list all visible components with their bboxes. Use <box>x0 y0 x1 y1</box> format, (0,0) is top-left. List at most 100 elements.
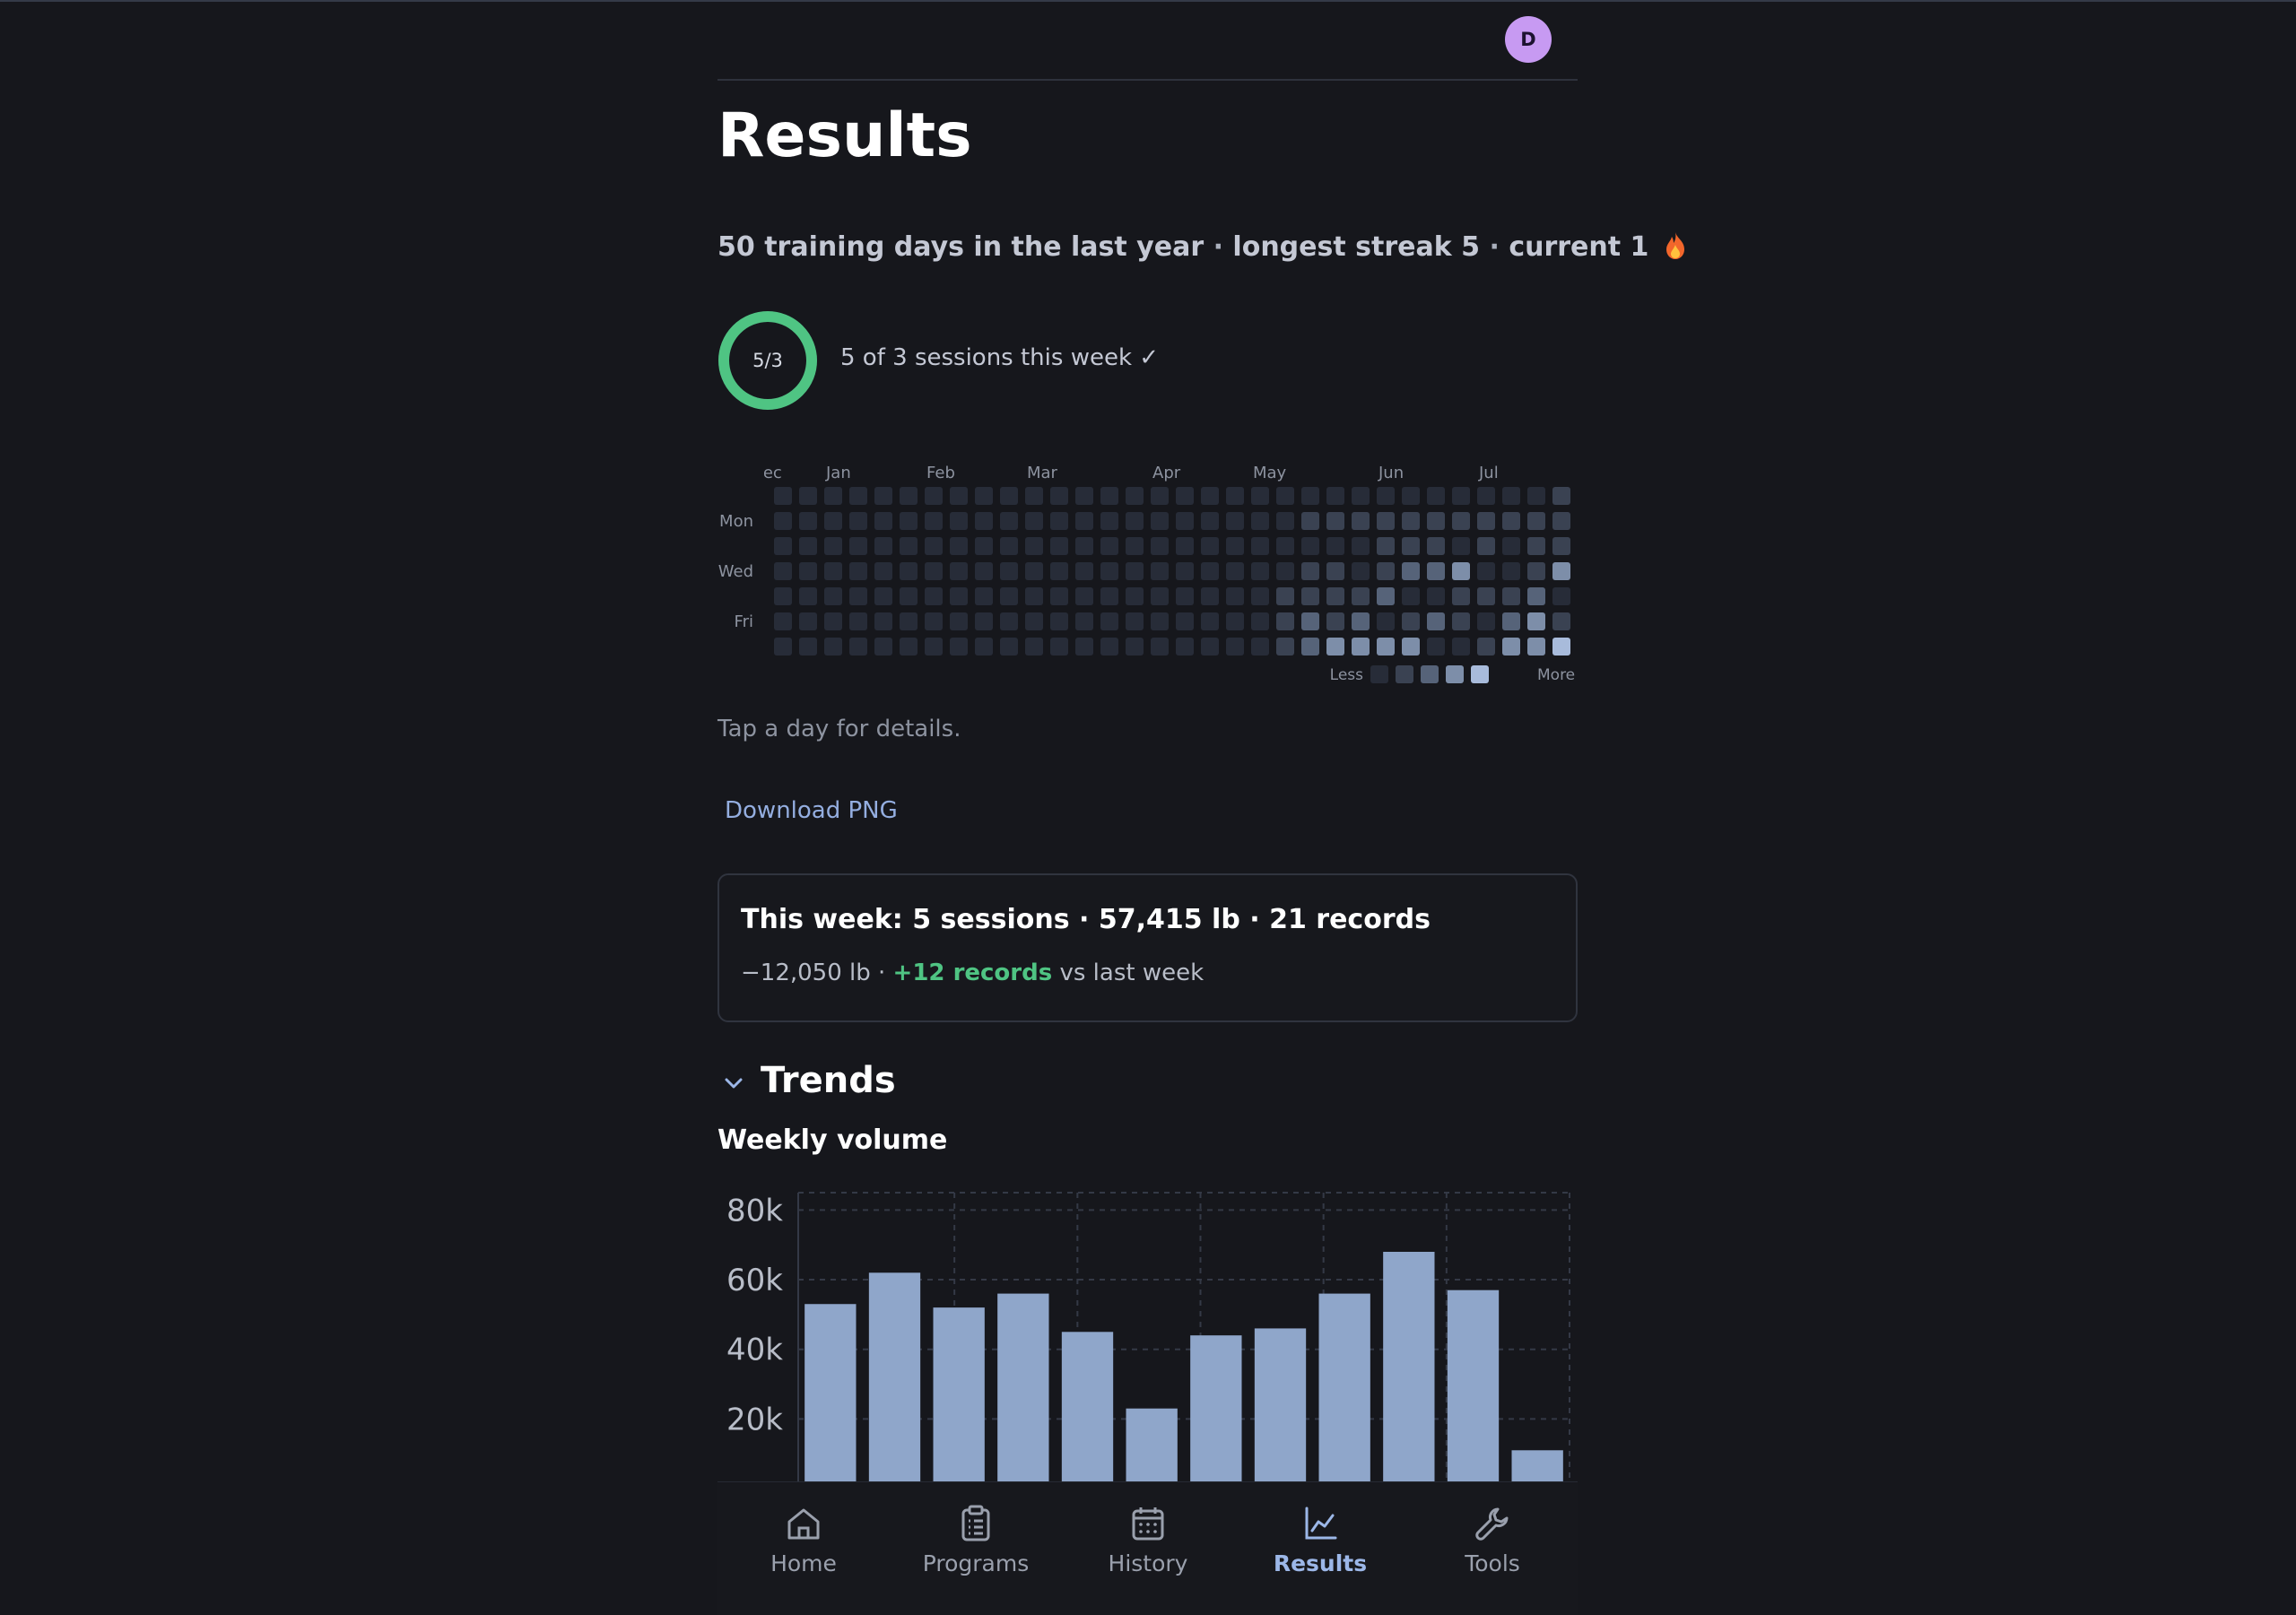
heatmap-day-cell[interactable] <box>1126 537 1144 555</box>
heatmap-day-cell[interactable] <box>1326 537 1344 555</box>
heatmap-day-cell[interactable] <box>900 587 918 605</box>
heatmap-day-cell[interactable] <box>849 638 867 656</box>
heatmap-day-cell[interactable] <box>1326 638 1344 656</box>
heatmap-day-cell[interactable] <box>900 562 918 580</box>
heatmap-day-cell[interactable] <box>1100 562 1118 580</box>
heatmap-day-cell[interactable] <box>1452 587 1470 605</box>
heatmap-day-cell[interactable] <box>1100 612 1118 630</box>
heatmap-day-cell[interactable] <box>1176 612 1194 630</box>
heatmap-day-cell[interactable] <box>1276 537 1294 555</box>
activity-heatmap[interactable]: Dec Jan Feb Mar Apr May Jun Jul Mon Wed Fri Less Mor… <box>718 462 1578 695</box>
heatmap-day-cell[interactable] <box>1352 587 1370 605</box>
heatmap-day-cell[interactable] <box>1552 537 1570 555</box>
heatmap-day-cell[interactable] <box>874 537 892 555</box>
heatmap-day-cell[interactable] <box>1226 612 1244 630</box>
heatmap-day-cell[interactable] <box>1377 487 1395 505</box>
heatmap-day-cell[interactable] <box>774 612 792 630</box>
heatmap-day-cell[interactable] <box>950 537 968 555</box>
heatmap-day-cell[interactable] <box>824 612 842 630</box>
heatmap-day-cell[interactable] <box>1025 487 1043 505</box>
heatmap-day-cell[interactable] <box>1402 587 1420 605</box>
heatmap-day-cell[interactable] <box>1527 562 1545 580</box>
heatmap-day-cell[interactable] <box>799 587 817 605</box>
heatmap-day-cell[interactable] <box>1377 638 1395 656</box>
heatmap-day-cell[interactable] <box>1126 587 1144 605</box>
heatmap-day-cell[interactable] <box>1427 537 1445 555</box>
heatmap-day-cell[interactable] <box>1502 587 1520 605</box>
heatmap-day-cell[interactable] <box>1151 537 1169 555</box>
heatmap-day-cell[interactable] <box>950 562 968 580</box>
heatmap-day-cell[interactable] <box>1452 638 1470 656</box>
heatmap-day-cell[interactable] <box>1251 537 1269 555</box>
heatmap-day-cell[interactable] <box>774 587 792 605</box>
heatmap-day-cell[interactable] <box>950 638 968 656</box>
heatmap-day-cell[interactable] <box>975 487 993 505</box>
heatmap-day-cell[interactable] <box>774 487 792 505</box>
heatmap-day-cell[interactable] <box>1477 638 1495 656</box>
heatmap-day-cell[interactable] <box>849 612 867 630</box>
heatmap-day-cell[interactable] <box>1151 587 1169 605</box>
heatmap-day-cell[interactable] <box>1201 487 1219 505</box>
heatmap-day-cell[interactable] <box>1452 487 1470 505</box>
heatmap-day-cell[interactable] <box>1326 612 1344 630</box>
heatmap-day-cell[interactable] <box>1326 512 1344 530</box>
heatmap-day-cell[interactable] <box>1075 612 1093 630</box>
heatmap-day-cell[interactable] <box>1075 537 1093 555</box>
heatmap-day-cell[interactable] <box>1502 638 1520 656</box>
heatmap-day-cell[interactable] <box>1377 612 1395 630</box>
heatmap-day-cell[interactable] <box>1251 612 1269 630</box>
heatmap-day-cell[interactable] <box>1126 562 1144 580</box>
heatmap-day-cell[interactable] <box>1226 487 1244 505</box>
heatmap-day-cell[interactable] <box>1352 562 1370 580</box>
heatmap-day-cell[interactable] <box>1075 487 1093 505</box>
heatmap-day-cell[interactable] <box>824 487 842 505</box>
heatmap-day-cell[interactable] <box>1326 487 1344 505</box>
heatmap-day-cell[interactable] <box>950 587 968 605</box>
heatmap-day-cell[interactable] <box>900 638 918 656</box>
heatmap-day-cell[interactable] <box>1151 512 1169 530</box>
heatmap-day-cell[interactable] <box>1527 587 1545 605</box>
heatmap-day-cell[interactable] <box>1301 612 1319 630</box>
heatmap-day-cell[interactable] <box>1176 638 1194 656</box>
heatmap-day-cell[interactable] <box>1402 487 1420 505</box>
heatmap-day-cell[interactable] <box>1050 638 1068 656</box>
heatmap-day-cell[interactable] <box>1201 612 1219 630</box>
heatmap-day-cell[interactable] <box>1527 638 1545 656</box>
heatmap-day-cell[interactable] <box>1226 587 1244 605</box>
heatmap-day-cell[interactable] <box>950 512 968 530</box>
heatmap-day-cell[interactable] <box>1452 512 1470 530</box>
heatmap-day-cell[interactable] <box>1552 512 1570 530</box>
heatmap-day-cell[interactable] <box>1025 612 1043 630</box>
heatmap-day-cell[interactable] <box>849 537 867 555</box>
heatmap-day-cell[interactable] <box>849 512 867 530</box>
heatmap-day-cell[interactable] <box>1000 487 1018 505</box>
heatmap-day-cell[interactable] <box>1100 587 1118 605</box>
heatmap-day-cell[interactable] <box>1176 587 1194 605</box>
heatmap-day-cell[interactable] <box>1000 638 1018 656</box>
heatmap-day-cell[interactable] <box>799 638 817 656</box>
heatmap-day-cell[interactable] <box>1552 638 1570 656</box>
heatmap-day-cell[interactable] <box>1100 512 1118 530</box>
heatmap-day-cell[interactable] <box>874 587 892 605</box>
heatmap-day-cell[interactable] <box>1100 487 1118 505</box>
heatmap-day-cell[interactable] <box>1050 487 1068 505</box>
heatmap-day-cell[interactable] <box>1000 587 1018 605</box>
heatmap-day-cell[interactable] <box>975 587 993 605</box>
heatmap-day-cell[interactable] <box>1527 487 1545 505</box>
heatmap-day-cell[interactable] <box>774 562 792 580</box>
heatmap-day-cell[interactable] <box>950 487 968 505</box>
heatmap-day-cell[interactable] <box>1352 638 1370 656</box>
heatmap-day-cell[interactable] <box>874 487 892 505</box>
heatmap-day-cell[interactable] <box>1552 587 1570 605</box>
heatmap-day-cell[interactable] <box>799 537 817 555</box>
heatmap-day-cell[interactable] <box>900 487 918 505</box>
heatmap-day-cell[interactable] <box>1276 487 1294 505</box>
heatmap-day-cell[interactable] <box>1427 512 1445 530</box>
heatmap-day-cell[interactable] <box>1126 638 1144 656</box>
heatmap-day-cell[interactable] <box>1402 612 1420 630</box>
heatmap-day-cell[interactable] <box>1176 562 1194 580</box>
heatmap-day-cell[interactable] <box>1301 638 1319 656</box>
heatmap-day-cell[interactable] <box>1477 512 1495 530</box>
heatmap-day-cell[interactable] <box>1502 562 1520 580</box>
heatmap-day-cell[interactable] <box>1050 562 1068 580</box>
